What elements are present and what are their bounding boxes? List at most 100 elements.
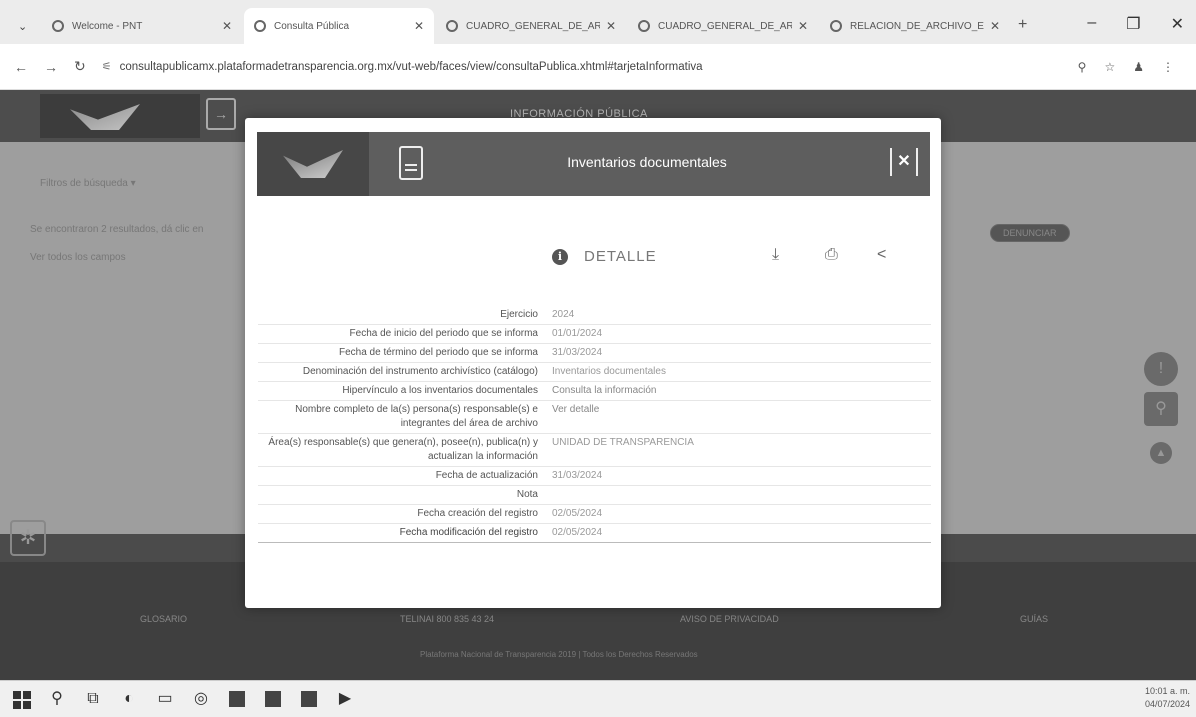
consulta-informacion-link[interactable]: Consulta la información [538,382,931,400]
detail-bar: i DETALLE [552,248,657,265]
detail-row-label: Fecha de actualización [435,470,538,481]
tab-close-icon[interactable]: ✕ [414,19,424,33]
detail-row: Fecha modificación del registro 02/05/20… [258,524,931,543]
see-all-fields-link[interactable]: Ver todos los campos [30,252,126,263]
app-icon[interactable] [298,688,320,710]
media-player-icon[interactable]: ▶ [334,688,356,710]
detail-row-value: 31/03/2024 [552,470,603,481]
app-icon[interactable] [226,688,248,710]
browser-menu-icon[interactable]: ⋮ [1162,60,1174,74]
detail-row-value: 02/05/2024 [552,508,603,519]
new-tab-icon[interactable]: + [1018,16,1027,34]
detail-row-value: UNIDAD DE TRANSPARENCIA [552,437,694,448]
detail-row: Fecha de término del periodo que se info… [258,344,931,363]
search-icon[interactable]: ⚲ [46,688,68,710]
detail-row: Nota [258,486,931,505]
reload-icon[interactable]: ↻ [74,58,86,75]
tab-title: RELACION_DE_ARCHIVO_E [850,20,984,32]
ver-detalle-link[interactable]: Ver detalle [538,401,931,433]
aviso-privacidad-link[interactable]: AVISO DE PRIVACIDAD [680,614,779,624]
forward-arrow-icon[interactable]: → [44,59,58,75]
profile-icon[interactable]: ♟ [1133,60,1144,74]
pnt-logo [40,94,200,138]
close-modal-button[interactable]: ✕ [890,148,918,176]
tab-title: CUADRO_GENERAL_DE_AR [658,20,792,32]
search-side-icon[interactable]: ⚲ [1144,392,1178,426]
glosario-link[interactable]: GLOSARIO [140,614,187,624]
detail-table: Ejercicio 2024 Fecha de inicio del perio… [258,306,931,543]
system-clock[interactable]: 10:01 a. m. 04/07/2024 [1145,685,1190,711]
tab-favicon-icon [446,20,458,32]
tab-close-icon[interactable]: ✕ [990,19,1000,33]
windows-start-icon[interactable] [10,688,32,710]
detail-row: Denominación del instrumento archivístic… [258,363,931,382]
detail-row: Fecha de inicio del periodo que se infor… [258,325,931,344]
detail-label: DETALLE [584,248,657,265]
windows-taskbar: ⚲ ⧉ ◐ ▭ ◎ ▶ 10:01 a. m. 04/07/2024 [0,680,1196,717]
file-explorer-icon[interactable]: ▭ [154,688,176,710]
zoom-icon[interactable]: ⚲ [1078,60,1087,74]
detail-row: Hipervínculo a los inventarios documenta… [258,382,931,401]
tab-close-icon[interactable]: ✕ [606,19,616,33]
tab-search-chevron-icon[interactable]: ⌄ [18,20,27,33]
footer-copyright: Plataforma Nacional de Transparencia 201… [420,650,698,659]
bookmark-star-icon[interactable]: ☆ [1104,60,1115,74]
scroll-top-icon[interactable]: ▲ [1150,442,1172,464]
app-icon[interactable] [262,688,284,710]
tab-title: Welcome - PNT [72,20,143,32]
clock-time: 10:01 a. m. [1144,686,1190,696]
detail-row-value: 2024 [552,309,575,320]
tab-title: Consulta Pública [274,20,350,32]
accessibility-icon[interactable]: ✲ [10,520,46,556]
detail-row: Nombre completo de la(s) persona(s) resp… [258,401,931,434]
window-controls: – ❐ ✕ [1087,14,1184,34]
browser-tab-active[interactable]: Consulta Pública ✕ [244,8,434,44]
detail-row: Ejercicio 2024 [258,306,931,325]
chrome-icon[interactable]: ◎ [190,688,212,710]
info-icon: i [552,248,568,265]
login-icon[interactable]: → [206,98,236,130]
detail-row: Área(s) responsable(s) que genera(n), po… [258,434,931,467]
detail-row-label: Hipervínculo a los inventarios documenta… [342,385,538,396]
modal-logo [257,132,369,196]
maximize-icon[interactable]: ❐ [1126,14,1140,34]
document-icon [399,146,423,180]
browser-tab[interactable]: Welcome - PNT ✕ [42,8,242,44]
detail-row-label: Fecha de término del periodo que se info… [338,347,538,358]
detail-row-label: Nota [516,489,538,500]
results-text: Se encontraron 2 resultados, dá clic en [30,224,204,235]
url-field[interactable]: consultapublicamx.plataformadetransparen… [120,61,1078,73]
tab-close-icon[interactable]: ✕ [798,19,808,33]
back-arrow-icon[interactable]: ← [14,59,28,75]
detail-row: Fecha de actualización 31/03/2024 [258,467,931,486]
detail-row-label: Área(s) responsable(s) que genera(n), po… [268,437,538,462]
guias-link[interactable]: GUÍAS [1020,614,1048,624]
denunciar-button[interactable]: DENUNCIAR [990,224,1070,242]
clock-date: 04/07/2024 [1144,699,1190,709]
detail-row-label: Denominación del instrumento archivístic… [302,366,538,377]
tab-favicon-icon [52,20,64,32]
share-icon[interactable]: < [877,246,886,264]
tab-title: CUADRO_GENERAL_DE_AR [466,20,600,32]
minimize-icon[interactable]: – [1087,14,1096,34]
modal-header: Inventarios documentales ✕ [257,132,930,196]
detail-row-label: Fecha creación del registro [417,508,538,519]
site-settings-icon[interactable]: ⚟ [102,60,112,73]
task-view-icon[interactable]: ⧉ [82,688,104,710]
print-icon[interactable]: ⎙ [825,246,838,264]
edge-browser-icon[interactable]: ◐ [118,688,140,710]
tab-favicon-icon [638,20,650,32]
detail-row-label: Fecha modificación del registro [399,527,538,538]
detail-row-label: Fecha de inicio del periodo que se infor… [349,328,538,339]
browser-tab-bar: ⌄ Welcome - PNT ✕ Consulta Pública ✕ CUA… [0,0,1196,44]
browser-tab[interactable]: CUADRO_GENERAL_DE_AR ✕ [628,8,818,44]
tab-close-icon[interactable]: ✕ [222,19,232,33]
info-side-icon[interactable]: ! [1144,352,1178,386]
filters-toggle[interactable]: Filtros de búsqueda ▾ [40,178,136,189]
browser-tab[interactable]: RELACION_DE_ARCHIVO_E ✕ [820,8,1010,44]
detail-row-value: 31/03/2024 [552,347,603,358]
close-window-icon[interactable]: ✕ [1171,14,1184,34]
detail-row-label: Ejercicio [500,309,538,320]
download-icon[interactable]: ⤓ [772,246,779,264]
browser-tab[interactable]: CUADRO_GENERAL_DE_AR ✕ [436,8,626,44]
